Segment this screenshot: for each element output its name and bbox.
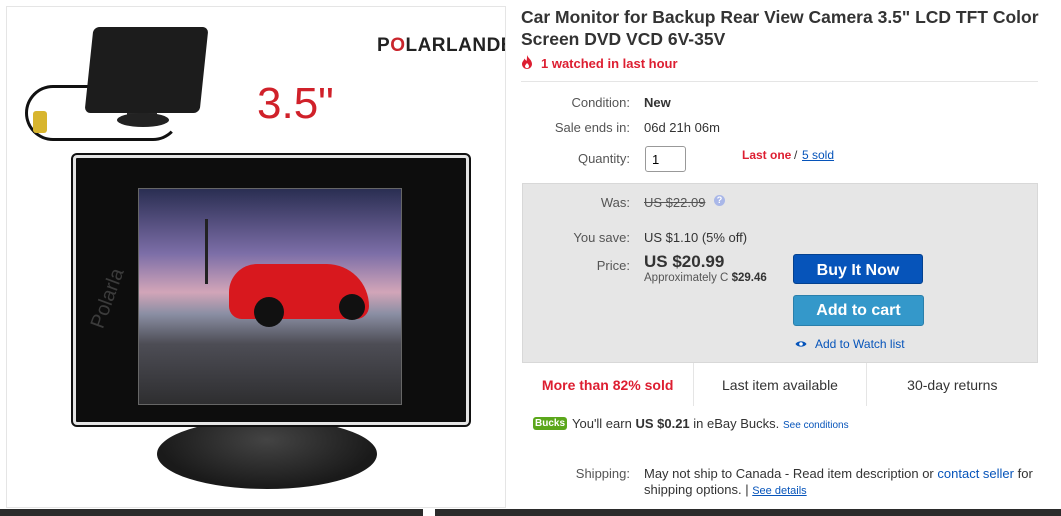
small-monitor xyxy=(84,27,209,113)
see-conditions-link[interactable]: See conditions xyxy=(783,420,849,431)
stat-returns: 30-day returns xyxy=(907,377,998,393)
approx-price-value: $29.46 xyxy=(731,272,767,284)
car-wheel xyxy=(339,294,365,320)
stat-sold-percent: More than 82% sold xyxy=(522,363,695,407)
sale-ends-value: 06d 21h 06m xyxy=(644,120,720,135)
divider xyxy=(521,81,1038,82)
price-label: Price: xyxy=(596,258,630,273)
bucks-amount: US $0.21 xyxy=(635,416,690,431)
you-save-value: US $1.10 (5% off) xyxy=(644,230,748,245)
add-to-cart-button[interactable]: Add to cart xyxy=(793,295,924,326)
product-image[interactable]: POLARLANDER 3.5" Polarla xyxy=(6,6,506,508)
approx-price: Approximately C $29.46 xyxy=(644,272,767,284)
utility-pole xyxy=(205,219,208,284)
you-save-label: You save: xyxy=(573,230,630,245)
monitor-stand xyxy=(157,419,377,489)
sold-count-link[interactable]: 5 sold xyxy=(802,148,834,162)
eye-icon xyxy=(795,341,807,347)
was-price: US $22.09 xyxy=(644,195,706,210)
small-monitor-base xyxy=(117,113,169,127)
price-value: US $20.99 xyxy=(644,252,725,271)
contact-seller-link[interactable]: contact seller xyxy=(937,466,1014,481)
sale-ends-label: Sale ends in: xyxy=(554,120,630,135)
shipping-text: May not ship to Canada - Read item descr… xyxy=(644,466,1033,497)
rca-plug xyxy=(33,111,47,133)
add-to-watch-list-link[interactable]: Add to Watch list xyxy=(815,337,905,351)
monitor-screen xyxy=(138,188,402,405)
taskbar-strip xyxy=(0,509,1061,516)
listing-title: Car Monitor for Backup Rear View Camera … xyxy=(521,7,1039,49)
fire-icon xyxy=(522,55,532,69)
buy-it-now-button[interactable]: Buy It Now xyxy=(793,254,923,284)
was-label: Was: xyxy=(600,195,630,210)
separator-slash: / xyxy=(794,148,798,162)
quantity-input[interactable] xyxy=(645,146,686,172)
bucks-text: You'll earn US $0.21 in eBay Bucks. xyxy=(572,416,780,431)
shipping-label: Shipping: xyxy=(575,466,630,481)
taskbar-gap xyxy=(423,509,435,516)
help-icon[interactable]: ? xyxy=(714,195,725,206)
stat-last-item: Last item available xyxy=(694,363,867,407)
stats-row: More than 82% sold Last item available 3… xyxy=(522,362,1038,408)
last-one-text: Last one xyxy=(742,148,792,162)
see-details-link[interactable]: See details xyxy=(752,485,806,497)
screen-size-label: 3.5" xyxy=(257,79,334,128)
car-wheel xyxy=(254,297,284,327)
condition-value: New xyxy=(644,95,671,110)
watched-count: 1 watched in last hour xyxy=(541,56,678,71)
brand-logo: POLARLANDER xyxy=(377,35,505,56)
quantity-label: Quantity: xyxy=(577,151,630,166)
ebay-bucks-logo: Bucks xyxy=(533,417,567,430)
condition-label: Condition: xyxy=(571,95,630,110)
